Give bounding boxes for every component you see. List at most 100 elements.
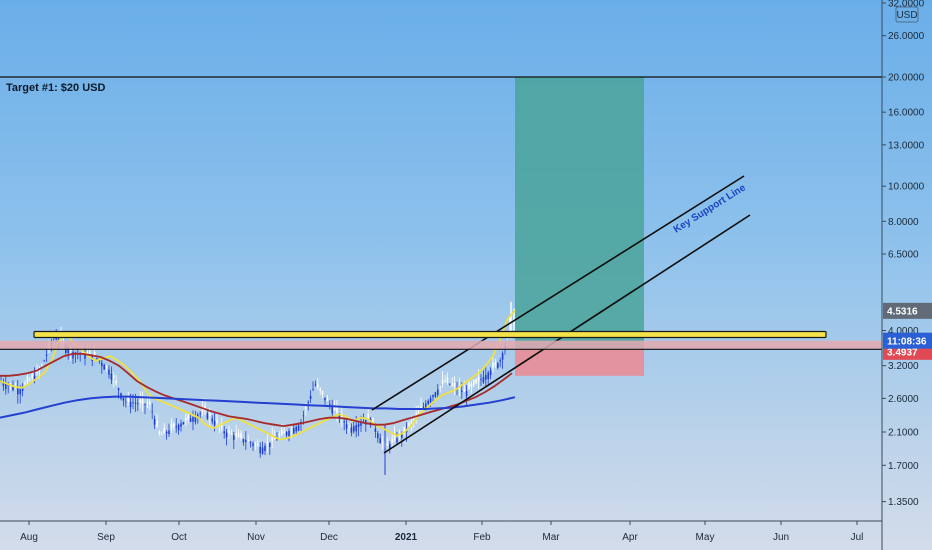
candle-body (463, 389, 465, 392)
candle-body (499, 360, 501, 362)
candle-body (228, 430, 230, 434)
candle-body (213, 421, 216, 426)
price-chart[interactable]: 32.0000 26.0000 20.0000 16.0000 13.0000 10.00… (0, 0, 932, 550)
candle-body (245, 440, 247, 443)
candle-body (312, 389, 314, 391)
plot-background (0, 0, 932, 550)
stop-zone (515, 349, 644, 376)
candle-body (444, 381, 446, 382)
candle-body (252, 443, 254, 446)
candle-body (422, 406, 425, 408)
candle-body (259, 446, 261, 454)
x-tick-label: 2021 (395, 532, 418, 543)
y-tick-label: 16.0000 (888, 108, 925, 119)
candle-body (242, 439, 245, 443)
candle-body (413, 419, 415, 420)
y-tick-label: 2.1000 (888, 428, 919, 439)
candle-body (225, 432, 228, 438)
candle-body (156, 420, 158, 427)
candle-body (379, 438, 381, 444)
candle-body (449, 383, 451, 385)
candle-body (485, 375, 487, 380)
candle-body (240, 433, 242, 439)
candle-body (497, 363, 499, 368)
candle-body (103, 365, 105, 370)
candle-body (96, 358, 98, 359)
candle-body (314, 384, 317, 386)
candle-body (396, 438, 398, 443)
candle-body (401, 434, 403, 438)
x-tick-label: Dec (320, 532, 338, 543)
x-tick-label: Jul (851, 532, 864, 543)
y-tick-label: 3.2000 (888, 361, 919, 372)
candle-body (149, 401, 151, 405)
x-tick-label: Jun (773, 532, 789, 543)
y-tick-label: 1.3500 (888, 497, 919, 508)
candle-body (199, 413, 201, 415)
currency-label: USD (896, 10, 917, 21)
price-axis[interactable]: 32.0000 26.0000 20.0000 16.0000 13.0000 10.00… (882, 0, 925, 508)
candle-body (110, 373, 113, 380)
candle-body (29, 379, 31, 381)
candle-body (427, 400, 429, 405)
candle-body (290, 429, 293, 430)
candle-body (122, 398, 125, 401)
resistance-band (0, 340, 882, 350)
y-tick-label: 20.0000 (888, 73, 925, 84)
candle-body (254, 443, 257, 445)
candle-body (45, 354, 48, 356)
candle-body (441, 379, 444, 384)
candle-body (266, 442, 269, 445)
candle-body (309, 395, 312, 399)
candle-body (302, 415, 305, 417)
candle-body (391, 438, 393, 443)
candle-body (273, 438, 276, 440)
candle-body (264, 445, 266, 452)
candle-body (249, 442, 252, 444)
x-tick-label: Nov (247, 532, 265, 543)
y-tick-label: 2.6000 (888, 394, 919, 405)
candle-body (293, 428, 295, 434)
candle-body (137, 403, 139, 405)
candle-body (475, 379, 477, 384)
candle-body (17, 388, 19, 395)
candle-body (185, 417, 187, 421)
candle-body (470, 383, 473, 388)
candle-body (105, 365, 108, 368)
candle-body (331, 407, 333, 414)
candle-body (206, 413, 209, 419)
candle-body (132, 402, 134, 404)
candle-body (374, 428, 377, 432)
candle-body (182, 422, 185, 425)
candle-body (189, 418, 192, 422)
candle-body (117, 388, 120, 391)
candle-body (163, 427, 165, 434)
x-tick-label: Apr (622, 532, 638, 543)
x-tick-label: Feb (473, 532, 491, 543)
candle-body (146, 403, 149, 405)
candle-body (355, 425, 357, 432)
candle-body (165, 431, 168, 434)
candle-body (494, 362, 497, 366)
candle-body (170, 424, 173, 430)
candle-body (319, 388, 321, 392)
candle-body (26, 376, 29, 383)
candle-body (324, 397, 326, 401)
candle-body (281, 429, 283, 435)
candle-body (237, 432, 240, 438)
candle-body (235, 433, 237, 437)
candle-body (115, 380, 117, 384)
x-tick-label: May (696, 532, 715, 543)
candle-body (288, 430, 290, 437)
candle-body (357, 423, 360, 427)
y-tick-label: 13.0000 (888, 140, 925, 151)
candle-body (173, 423, 175, 428)
candle-body (353, 426, 355, 432)
candle-body (180, 423, 182, 427)
candle-body (468, 383, 470, 390)
candle-body (461, 390, 463, 392)
candle-body (386, 443, 389, 446)
candle-body (473, 379, 475, 386)
candle-body (297, 425, 300, 431)
candle-body (261, 447, 264, 454)
